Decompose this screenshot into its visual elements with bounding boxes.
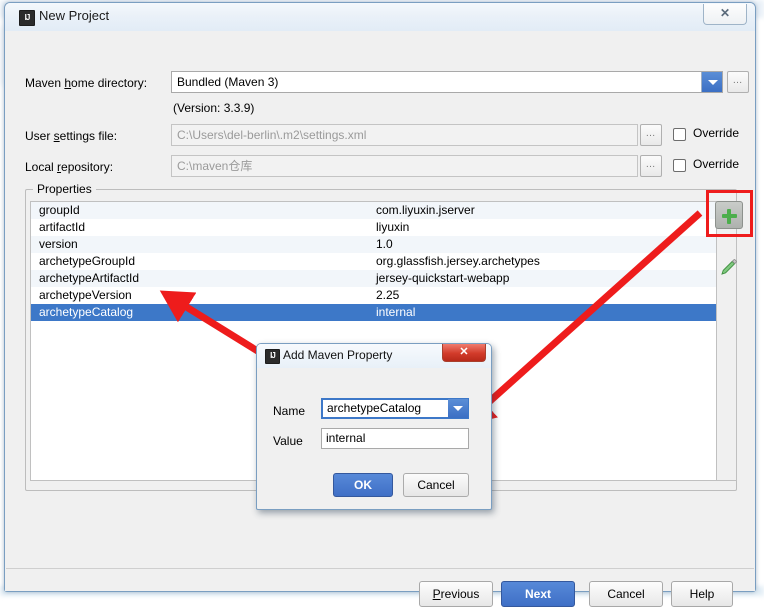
property-value: org.glassfish.jersey.archetypes (376, 254, 540, 268)
browse-user-settings-button[interactable]: … (640, 124, 662, 146)
maven-home-label: Maven home directory: (25, 76, 148, 90)
property-value: 2.25 (376, 288, 400, 302)
table-row[interactable]: groupId com.liyuxin.jserver (31, 202, 716, 219)
property-key: archetypeGroupId (39, 254, 136, 268)
user-settings-label: User settings file: (25, 129, 118, 143)
property-value: internal (376, 305, 416, 319)
footer-divider (6, 568, 754, 569)
property-key: groupId (39, 203, 80, 217)
table-row[interactable]: artifactId liyuxin (31, 219, 716, 236)
browse-local-repository-button[interactable]: … (640, 155, 662, 177)
property-key: archetypeCatalog (39, 305, 134, 319)
dialog-titlebar[interactable]: IJ Add Maven Property ✕ (257, 344, 491, 368)
browse-maven-home-button[interactable]: … (727, 71, 749, 93)
edit-pencil-icon[interactable] (719, 257, 739, 277)
local-repository-label: Local repository: (25, 160, 114, 174)
maven-version-note: (Version: 3.3.9) (173, 101, 255, 115)
override-user-settings-label: Override (693, 126, 740, 140)
maven-home-input[interactable]: Bundled (Maven 3) (171, 71, 723, 93)
dialog-title: Add Maven Property (283, 348, 393, 362)
table-row[interactable]: archetypeArtifactId jersey-quickstart-web… (31, 270, 716, 287)
value-label: Value (273, 434, 303, 448)
property-key: archetypeArtifactId (39, 271, 140, 285)
override-local-repository-label: Override (693, 157, 740, 171)
property-key: version (39, 237, 78, 251)
previous-button[interactable]: Previous (419, 581, 493, 607)
property-value: com.liyuxin.jserver (376, 203, 475, 217)
window-titlebar[interactable]: IJ New Project ✕ (5, 3, 755, 31)
local-repository-input[interactable]: C:\maven仓库 (171, 155, 638, 177)
property-key: archetypeVersion (39, 288, 132, 302)
help-button[interactable]: Help (671, 581, 733, 607)
cancel-button[interactable]: Cancel (589, 581, 663, 607)
property-value: liyuxin (376, 220, 410, 234)
property-value: jersey-quickstart-webapp (376, 271, 510, 285)
table-row[interactable]: archetypeCatalog internal (31, 304, 716, 321)
checkbox-box[interactable] (673, 128, 686, 141)
dialog-cancel-button[interactable]: Cancel (403, 473, 469, 497)
close-icon[interactable]: ✕ (703, 4, 747, 25)
table-row[interactable]: version 1.0 (31, 236, 716, 253)
property-key: artifactId (39, 220, 86, 234)
intellij-idea-icon: IJ (265, 349, 280, 364)
property-value: 1.0 (376, 237, 393, 251)
properties-legend: Properties (33, 182, 96, 196)
name-label: Name (273, 404, 306, 418)
table-row[interactable]: archetypeVersion 2.25 (31, 287, 716, 304)
property-value-input[interactable]: internal (321, 428, 469, 449)
dialog-close-icon[interactable]: ✕ (442, 344, 486, 362)
chevron-down-icon[interactable] (701, 72, 722, 92)
add-button-highlight-box (706, 190, 753, 237)
user-settings-input[interactable]: C:\Users\del-berlin\.m2\settings.xml (171, 124, 638, 146)
dialog-ok-button[interactable]: OK (333, 473, 393, 497)
intellij-idea-icon: IJ (19, 10, 35, 26)
window-title: New Project (39, 8, 110, 23)
chevron-down-icon[interactable] (448, 399, 468, 418)
property-name-input[interactable]: archetypeCatalog (321, 398, 469, 419)
table-row[interactable]: archetypeGroupId org.glassfish.jersey.arc… (31, 253, 716, 270)
dialog-body: Name archetypeCatalog Value internal OK … (257, 368, 491, 509)
add-maven-property-dialog: IJ Add Maven Property ✕ Name archetypeCa… (256, 343, 492, 510)
next-button[interactable]: Next (501, 581, 575, 607)
properties-toolbar (717, 201, 737, 481)
checkbox-box[interactable] (673, 159, 686, 172)
